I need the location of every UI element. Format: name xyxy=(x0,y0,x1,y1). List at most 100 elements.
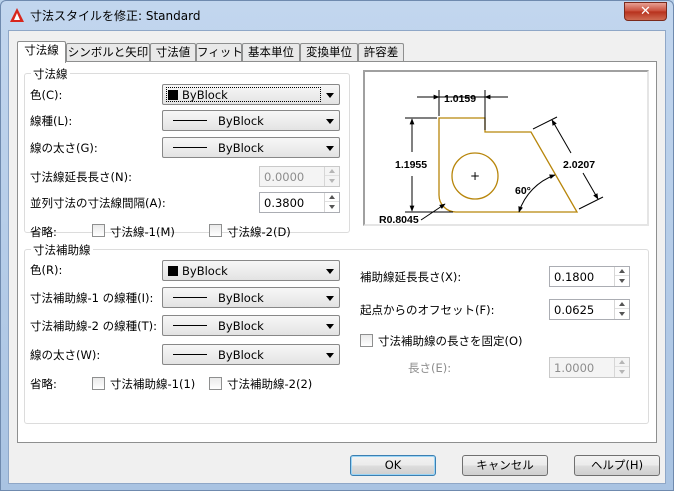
suppress-dimline1-checkbox[interactable] xyxy=(92,224,105,237)
dim-left-text: 1.1955 xyxy=(395,159,427,171)
cancel-button[interactable]: キャンセル xyxy=(462,455,548,476)
suppress-dimline2-checkbox[interactable] xyxy=(209,224,222,237)
chevron-down-icon xyxy=(326,353,334,358)
chevron-down-icon xyxy=(326,93,334,98)
suppress-extline2-checkbox[interactable] xyxy=(209,377,222,390)
center-mark: + xyxy=(470,169,480,183)
dim-angle-text: 60° xyxy=(515,185,531,197)
fixed-length-value-label: 長さ(E): xyxy=(408,361,452,375)
extline1-linetype-label: 寸法補助線-1 の線種(I): xyxy=(30,291,154,305)
suppress-extline2-label: 寸法補助線-2(2) xyxy=(227,377,313,391)
spin-up-icon[interactable] xyxy=(615,358,629,367)
spin-down-icon[interactable] xyxy=(615,276,629,285)
tab-tolerances[interactable]: 許容差 xyxy=(358,43,404,62)
fixed-length-value: 1.0000 xyxy=(554,361,595,375)
close-icon: ✕ xyxy=(640,4,651,19)
line-sample xyxy=(173,297,207,298)
dim-right-text: 2.0207 xyxy=(563,159,595,171)
dimension-lines-group-label: 寸法線 xyxy=(31,66,70,82)
spin-up-icon[interactable] xyxy=(325,193,339,202)
spin-down-icon[interactable] xyxy=(325,176,339,185)
close-button[interactable]: ✕ xyxy=(624,2,667,21)
dim-top-text: 1.0159 xyxy=(444,93,476,105)
dimline-color-select[interactable]: ByBlock xyxy=(162,84,340,105)
extend-beyond-value: 0.1800 xyxy=(554,270,595,284)
fixed-length-spinner[interactable]: 1.0000 xyxy=(549,357,630,378)
spin-down-icon[interactable] xyxy=(325,202,339,211)
preview-drawing: + 1.0159 1.1955 2.0207 60° R0.8045 xyxy=(379,90,604,224)
extension-lines-group-label: 寸法補助線 xyxy=(31,242,93,258)
extline-lineweight-value: ByBlock xyxy=(218,348,264,362)
extline-suppress-label: 省略: xyxy=(30,377,57,391)
preview-shape xyxy=(438,117,579,213)
suppress-extline1-checkbox[interactable] xyxy=(92,377,105,390)
ok-button[interactable]: OK xyxy=(350,455,436,476)
dimline-linetype-select[interactable]: ByBlock xyxy=(162,110,340,131)
spin-up-icon[interactable] xyxy=(615,300,629,309)
chevron-down-icon xyxy=(326,324,334,329)
extline2-linetype-value: ByBlock xyxy=(218,319,264,333)
extline-lineweight-label: 線の太さ(W): xyxy=(30,348,101,362)
fixed-length-label: 寸法補助線の長さを固定(O) xyxy=(378,334,523,348)
dimline-linetype-label: 線種(L): xyxy=(30,114,73,128)
chevron-down-icon xyxy=(326,146,334,151)
extline1-linetype-select[interactable]: ByBlock xyxy=(162,287,340,308)
dialog-body: 寸法線 シンボルと矢印 寸法値 フィット 基本単位 変換単位 許容差 寸法線 色… xyxy=(8,30,666,484)
offset-origin-label: 起点からのオフセット(F): xyxy=(360,303,495,317)
tab-alternate-units[interactable]: 変換単位 xyxy=(300,43,358,62)
suppress-dimline2-label: 寸法線-2(D) xyxy=(227,225,291,239)
dimline-linetype-value: ByBlock xyxy=(218,114,264,128)
extline-color-value: ByBlock xyxy=(182,264,228,278)
line-sample xyxy=(173,120,207,121)
extline1-linetype-value: ByBlock xyxy=(218,291,264,305)
tab-primary-units[interactable]: 基本単位 xyxy=(242,43,300,62)
autocad-logo-icon xyxy=(10,8,24,22)
title-bar: 寸法スタイルを修正: Standard ✕ xyxy=(1,1,673,29)
line-sample xyxy=(173,147,207,148)
suppress-extline1-label: 寸法補助線-1(1) xyxy=(110,377,196,391)
spinner-buttons xyxy=(614,300,629,319)
dimline-extend-value: 0.0000 xyxy=(264,170,305,184)
dialog-window: 寸法スタイルを修正: Standard ✕ 寸法線 シンボルと矢印 寸法値 フィ… xyxy=(0,0,674,491)
dimline-suppress-label: 省略: xyxy=(30,225,57,239)
dimline-extend-spinner[interactable]: 0.0000 xyxy=(259,166,340,187)
dimline-color-label: 色(C): xyxy=(30,88,63,102)
dimline-baseline-label: 並列寸法の寸法線間隔(A): xyxy=(30,196,166,210)
extline2-linetype-label: 寸法補助線-2 の線種(T): xyxy=(30,319,157,333)
spinner-buttons xyxy=(324,167,339,186)
suppress-dimline1-label: 寸法線-1(M) xyxy=(110,225,175,239)
tab-panel: 寸法線 色(C): ByBlock 線種(L): ByBlock 線の太さ(G)… xyxy=(17,61,657,443)
extline-color-label: 色(R): xyxy=(30,263,63,277)
preview-pane: + 1.0159 1.1955 2.0207 60° R0.8045 xyxy=(363,70,649,226)
spinner-buttons xyxy=(614,267,629,286)
chevron-down-icon xyxy=(326,269,334,274)
dimline-baseline-value: 0.3800 xyxy=(264,196,305,210)
offset-origin-value: 0.0625 xyxy=(554,303,595,317)
color-swatch xyxy=(168,266,178,276)
spin-up-icon[interactable] xyxy=(615,267,629,276)
dimline-lineweight-select[interactable]: ByBlock xyxy=(162,137,340,158)
extline2-linetype-select[interactable]: ByBlock xyxy=(162,315,340,336)
help-button[interactable]: ヘルプ(H) xyxy=(574,455,660,476)
dim-radius-text: R0.8045 xyxy=(379,214,419,224)
extend-beyond-label: 補助線延長長さ(X): xyxy=(360,270,462,284)
offset-origin-spinner[interactable]: 0.0625 xyxy=(549,299,630,320)
tab-dimension-lines[interactable]: 寸法線 xyxy=(17,41,66,63)
fixed-length-checkbox[interactable] xyxy=(360,334,373,347)
spinner-buttons xyxy=(614,358,629,377)
extline-color-select[interactable]: ByBlock xyxy=(162,260,340,281)
spin-down-icon[interactable] xyxy=(615,309,629,318)
dimline-baseline-spinner[interactable]: 0.3800 xyxy=(259,192,340,213)
tab-text[interactable]: 寸法値 xyxy=(150,43,196,62)
dimline-lineweight-label: 線の太さ(G): xyxy=(30,141,98,155)
chevron-down-icon xyxy=(326,296,334,301)
extline-lineweight-select[interactable]: ByBlock xyxy=(162,344,340,365)
window-title: 寸法スタイルを修正: Standard xyxy=(30,9,201,23)
line-sample xyxy=(173,354,207,355)
extend-beyond-spinner[interactable]: 0.1800 xyxy=(549,266,630,287)
spin-down-icon[interactable] xyxy=(615,367,629,376)
line-sample xyxy=(173,325,207,326)
tab-fit[interactable]: フィット xyxy=(196,43,243,62)
tab-symbols-arrows[interactable]: シンボルと矢印 xyxy=(66,43,150,62)
spin-up-icon[interactable] xyxy=(325,167,339,176)
